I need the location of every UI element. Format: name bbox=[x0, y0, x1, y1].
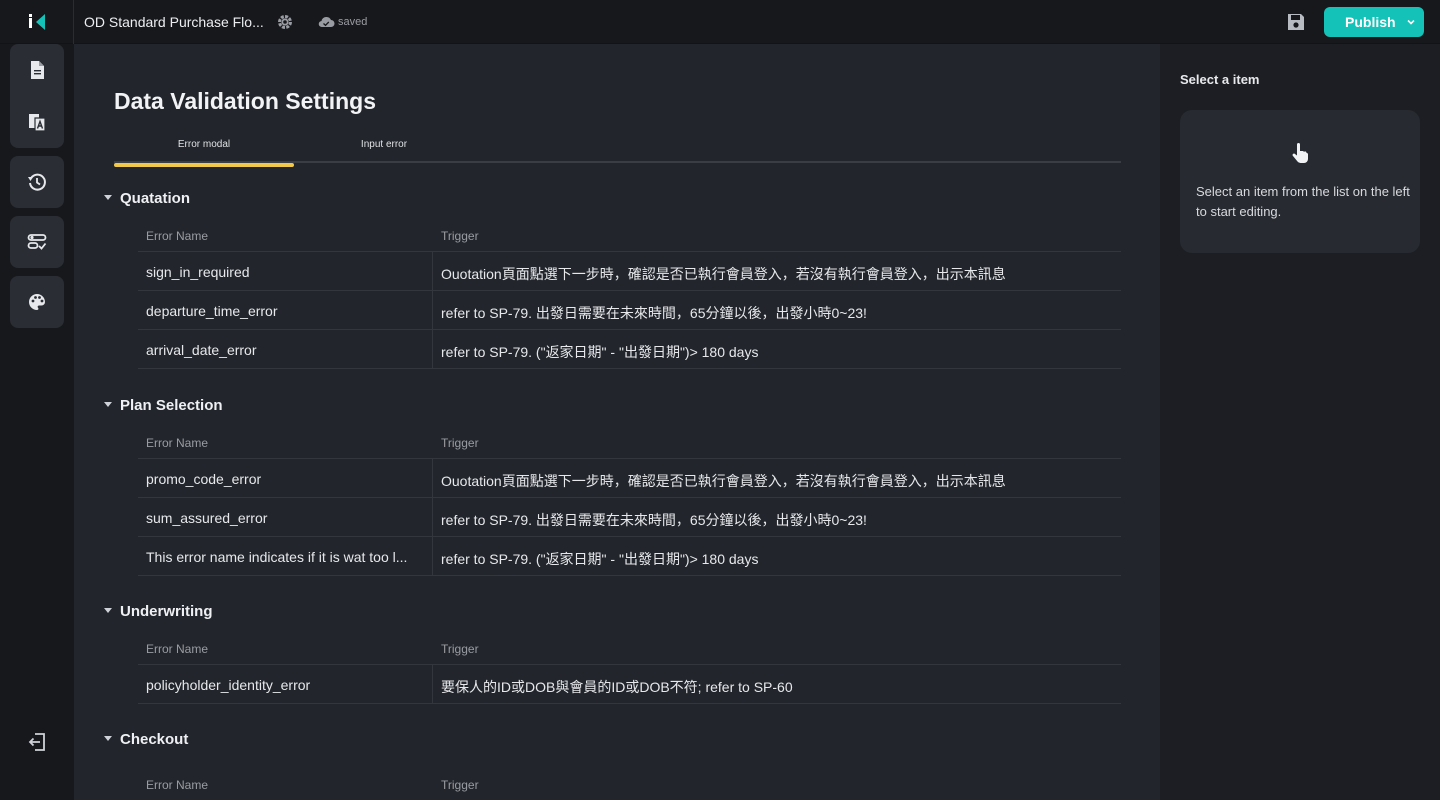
column-divider bbox=[432, 291, 433, 330]
detail-panel-title: Select a item bbox=[1180, 72, 1260, 87]
page-title: Data Validation Settings bbox=[114, 88, 376, 114]
tab-label: Error modal bbox=[177, 139, 231, 150]
section-header-plan-selection[interactable]: Plan Selection bbox=[104, 397, 223, 414]
table-row[interactable]: This error name indicates if it is wat t… bbox=[138, 537, 1121, 576]
main-panel: Data Validation Settings Error modal Inp… bbox=[74, 44, 1160, 800]
table-header: Error Name Trigger bbox=[138, 219, 1121, 252]
error-table-underwriting: Error Name Trigger policyholder_identity… bbox=[138, 632, 1121, 704]
error-name-cell: departure_time_error bbox=[146, 303, 278, 319]
section-title: Quatation bbox=[120, 190, 190, 207]
topbar-divider bbox=[73, 0, 74, 44]
sidebar-group-content bbox=[10, 44, 64, 148]
tab-input-error[interactable]: Input error bbox=[294, 139, 474, 150]
column-header-trigger: Trigger bbox=[441, 642, 479, 656]
document-title[interactable]: OD Standard Purchase Flo... bbox=[84, 14, 264, 30]
pointer-hand-icon bbox=[1292, 143, 1309, 163]
table-row[interactable]: arrival_date_error refer to SP-79. ("返家日… bbox=[138, 330, 1121, 369]
column-header-error-name: Error Name bbox=[146, 229, 209, 243]
section-title: Checkout bbox=[120, 731, 189, 748]
chevron-down-icon[interactable] bbox=[1405, 16, 1417, 28]
caret-down-icon[interactable] bbox=[104, 736, 112, 741]
table-row[interactable]: policyholder_identity_error 要保人的ID或DOB與會… bbox=[138, 665, 1121, 704]
section-header-checkout[interactable]: Checkout bbox=[104, 731, 189, 748]
column-header-error-name: Error Name bbox=[146, 642, 209, 656]
error-name-cell: sum_assured_error bbox=[146, 510, 268, 526]
translate-icon[interactable] bbox=[27, 112, 47, 132]
sidebar-item-history[interactable] bbox=[10, 156, 64, 208]
caret-down-icon[interactable] bbox=[104, 402, 112, 407]
trigger-cell: refer to SP-79. 出發日需要在未來時間，65分鐘以後，出發小時0~… bbox=[441, 305, 867, 321]
section-title: Underwriting bbox=[120, 603, 213, 620]
sidebar-item-validation[interactable] bbox=[10, 216, 64, 268]
column-header-error-name: Error Name bbox=[146, 436, 209, 450]
sidebar-item-theme[interactable] bbox=[10, 276, 64, 328]
error-name-cell: arrival_date_error bbox=[146, 342, 257, 358]
gear-icon[interactable] bbox=[276, 13, 294, 31]
table-header: Error Name Trigger bbox=[138, 426, 1121, 459]
column-header-trigger: Trigger bbox=[441, 778, 479, 792]
section-title: Plan Selection bbox=[120, 397, 223, 414]
publish-label: Publish bbox=[1345, 14, 1396, 30]
tab-label: Input error bbox=[360, 139, 408, 150]
document-icon[interactable] bbox=[27, 60, 47, 80]
error-name-cell: promo_code_error bbox=[146, 471, 262, 487]
trigger-cell: refer to SP-79. ("返家日期" - "出發日期")> 180 d… bbox=[441, 551, 759, 567]
validation-settings-icon bbox=[27, 234, 47, 250]
caret-down-icon[interactable] bbox=[104, 608, 112, 613]
history-icon bbox=[28, 173, 46, 191]
column-divider bbox=[432, 537, 433, 576]
table-header: Error Name Trigger bbox=[138, 632, 1121, 665]
trigger-cell: refer to SP-79. 出發日需要在未來時間，65分鐘以後，出發小時0~… bbox=[441, 512, 867, 528]
empty-state-card: Select an item from the list on the left… bbox=[1180, 110, 1420, 253]
column-divider bbox=[432, 459, 433, 498]
error-table-quatation: Error Name Trigger sign_in_required Ouot… bbox=[138, 219, 1121, 369]
exit-icon[interactable] bbox=[27, 732, 47, 752]
publish-button[interactable]: Publish bbox=[1324, 7, 1424, 37]
trigger-cell: refer to SP-79. ("返家日期" - "出發日期")> 180 d… bbox=[441, 344, 759, 360]
error-name-cell: sign_in_required bbox=[146, 264, 250, 280]
sidebar bbox=[0, 44, 74, 800]
table-header: Error Name Trigger bbox=[138, 768, 1121, 800]
error-name-cell: policyholder_identity_error bbox=[146, 677, 311, 693]
table-row[interactable]: promo_code_error Ouotation頁面點選下一步時，確認是否已… bbox=[138, 459, 1121, 498]
table-row[interactable]: sum_assured_error refer to SP-79. 出發日需要在… bbox=[138, 498, 1121, 537]
error-table-plan-selection: Error Name Trigger promo_code_error Ouot… bbox=[138, 426, 1121, 576]
app-logo-icon[interactable] bbox=[26, 12, 48, 32]
section-header-underwriting[interactable]: Underwriting bbox=[104, 603, 213, 620]
column-header-trigger: Trigger bbox=[441, 229, 479, 243]
caret-down-icon[interactable] bbox=[104, 195, 112, 200]
empty-state-message: Select an item from the list on the left… bbox=[1196, 184, 1410, 219]
table-row[interactable]: sign_in_required Ouotation頁面點選下一步時，確認是否已… bbox=[138, 252, 1121, 291]
save-status: saved bbox=[338, 16, 368, 28]
tab-error-modal[interactable]: Error modal bbox=[114, 139, 294, 167]
active-tab-indicator bbox=[114, 163, 294, 167]
trigger-cell: Ouotation頁面點選下一步時，確認是否已執行會員登入，若沒有執行會員登入，… bbox=[441, 473, 1006, 489]
error-name-cell: This error name indicates if it is wat t… bbox=[146, 549, 408, 565]
detail-panel: Select a item Select an item from the li… bbox=[1160, 44, 1440, 800]
column-header-trigger: Trigger bbox=[441, 436, 479, 450]
column-header-error-name: Error Name bbox=[146, 778, 209, 792]
error-table-checkout: Error Name Trigger bbox=[138, 768, 1121, 800]
save-icon[interactable] bbox=[1285, 11, 1307, 33]
column-divider bbox=[432, 252, 433, 291]
palette-icon bbox=[29, 294, 45, 310]
top-bar: OD Standard Purchase Flo... saved Publis… bbox=[0, 0, 1440, 44]
trigger-cell: Ouotation頁面點選下一步時，確認是否已執行會員登入，若沒有執行會員登入，… bbox=[441, 266, 1006, 282]
cloud-saved-icon bbox=[318, 16, 335, 28]
column-divider bbox=[432, 498, 433, 537]
trigger-cell: 要保人的ID或DOB與會員的ID或DOB不符; refer to SP-60 bbox=[441, 679, 793, 695]
table-row[interactable]: departure_time_error refer to SP-79. 出發日… bbox=[138, 291, 1121, 330]
column-divider bbox=[432, 665, 433, 704]
column-divider bbox=[432, 330, 433, 369]
section-header-quatation[interactable]: Quatation bbox=[104, 190, 190, 207]
tab-bar: Error modal Input error bbox=[114, 134, 1121, 167]
